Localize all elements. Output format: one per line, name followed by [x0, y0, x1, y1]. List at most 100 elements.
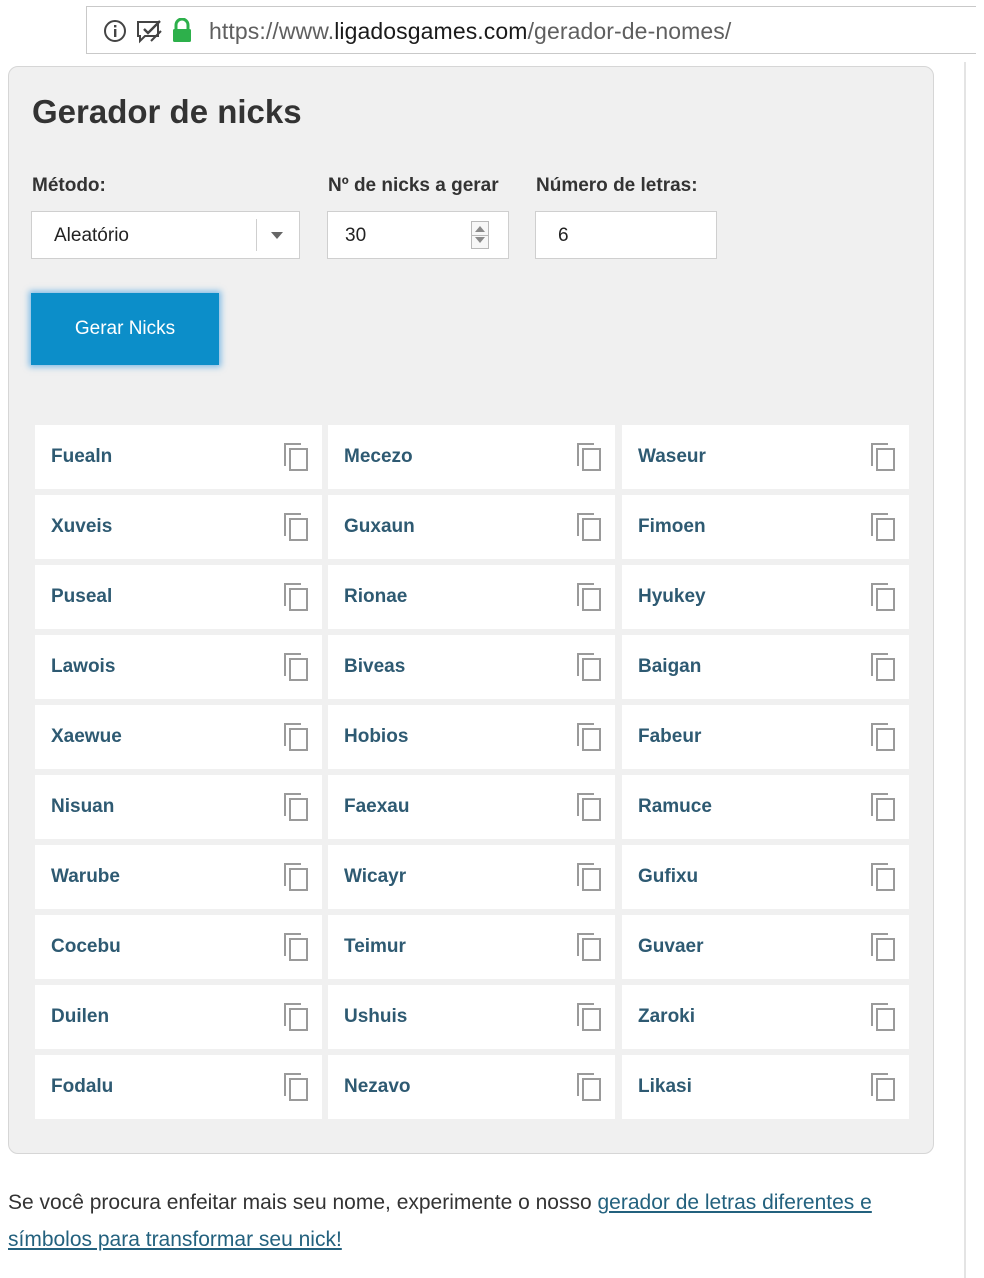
info-icon[interactable]: [103, 19, 127, 43]
letters-count-value: 6: [558, 225, 569, 246]
copy-icon[interactable]: [576, 862, 602, 892]
copy-icon[interactable]: [870, 582, 896, 612]
nick-count-input[interactable]: 30: [327, 211, 509, 259]
nick-card: Zaroki: [622, 985, 909, 1049]
nick-card: Mecezo: [328, 425, 615, 489]
footer-paragraph: Se você procura enfeitar mais seu nome, …: [8, 1184, 943, 1258]
nick-card: Guxaun: [328, 495, 615, 559]
copy-icon[interactable]: [870, 512, 896, 542]
nick-card: Puseal: [35, 565, 322, 629]
nick-text: Lawois: [51, 656, 116, 677]
nick-generator-panel: Gerador de nicks Método: Nº de nicks a g…: [8, 66, 934, 1154]
copy-icon[interactable]: [576, 932, 602, 962]
footer-text: Se você procura enfeitar mais seu nome, …: [8, 1191, 598, 1214]
chevron-down-icon[interactable]: [271, 232, 283, 239]
copy-icon[interactable]: [283, 722, 309, 752]
copy-icon[interactable]: [576, 792, 602, 822]
nick-text: Wicayr: [344, 866, 407, 887]
nick-card: Rionae: [328, 565, 615, 629]
nick-text: Baigan: [638, 656, 702, 677]
nick-card: Waseur: [622, 425, 909, 489]
method-select-value: Aleatório: [54, 225, 129, 246]
copy-icon[interactable]: [576, 512, 602, 542]
nick-count-value: 30: [345, 225, 367, 246]
nick-card: Nezavo: [328, 1055, 615, 1119]
copy-icon[interactable]: [283, 582, 309, 612]
nick-card: Xaewue: [35, 705, 322, 769]
copy-icon[interactable]: [576, 1002, 602, 1032]
copy-icon[interactable]: [283, 512, 309, 542]
copy-icon[interactable]: [576, 652, 602, 682]
nick-card: Fodalu: [35, 1055, 322, 1119]
nick-text: Hobios: [344, 726, 409, 747]
nick-card: Xuveis: [35, 495, 322, 559]
nick-card: Teimur: [328, 915, 615, 979]
copy-icon[interactable]: [870, 652, 896, 682]
nick-text: Gufixu: [638, 866, 699, 887]
stepper-down-icon[interactable]: [475, 237, 485, 243]
copy-icon[interactable]: [576, 582, 602, 612]
copy-icon[interactable]: [870, 862, 896, 892]
nick-card: Fimoen: [622, 495, 909, 559]
copy-icon[interactable]: [870, 932, 896, 962]
nick-card: Likasi: [622, 1055, 909, 1119]
number-stepper[interactable]: [471, 221, 489, 249]
nick-card: Ushuis: [328, 985, 615, 1049]
copy-icon[interactable]: [283, 1072, 309, 1102]
nick-card: Fabeur: [622, 705, 909, 769]
method-select[interactable]: Aleatório: [31, 211, 300, 259]
stepper-divider: [472, 235, 488, 236]
copy-icon[interactable]: [576, 722, 602, 752]
nick-text: Rionae: [344, 586, 408, 607]
stepper-up-icon[interactable]: [475, 226, 485, 232]
copy-icon[interactable]: [576, 442, 602, 472]
nick-card: Wicayr: [328, 845, 615, 909]
nick-text: Biveas: [344, 656, 406, 677]
nick-card: Biveas: [328, 635, 615, 699]
nick-card: Cocebu: [35, 915, 322, 979]
copy-icon[interactable]: [283, 792, 309, 822]
copy-icon[interactable]: [576, 1072, 602, 1102]
copy-icon[interactable]: [283, 652, 309, 682]
nick-card: Baigan: [622, 635, 909, 699]
permissions-icon[interactable]: [135, 19, 163, 45]
copy-icon[interactable]: [283, 1002, 309, 1032]
copy-icon[interactable]: [870, 792, 896, 822]
generate-nicks-button[interactable]: Gerar Nicks: [31, 293, 219, 365]
nick-card: Nisuan: [35, 775, 322, 839]
copy-icon[interactable]: [870, 1072, 896, 1102]
nick-text: Xuveis: [51, 516, 113, 537]
nick-text: Duilen: [51, 1006, 110, 1027]
nick-text: Nezavo: [344, 1076, 411, 1097]
nick-card: Hyukey: [622, 565, 909, 629]
page-title: Gerador de nicks: [32, 93, 302, 130]
copy-icon[interactable]: [870, 1002, 896, 1032]
nick-text: Fuealn: [51, 446, 113, 467]
nick-card: Faexau: [328, 775, 615, 839]
nick-grid: Fuealn Mecezo Waseur Xuveis Guxaun Fimoen Puse…: [35, 425, 909, 1119]
copy-icon[interactable]: [283, 932, 309, 962]
nick-text: Teimur: [344, 936, 406, 957]
letters-label: Número de letras:: [536, 175, 698, 196]
nick-text: Cocebu: [51, 936, 121, 957]
address-bar[interactable]: https://www.ligadosgames.com/gerador-de-…: [86, 6, 976, 54]
method-label: Método:: [32, 175, 106, 196]
nick-text: Guvaer: [638, 936, 704, 957]
copy-icon[interactable]: [870, 442, 896, 472]
nick-text: Fimoen: [638, 516, 706, 537]
nick-card: Hobios: [328, 705, 615, 769]
nick-card: Warube: [35, 845, 322, 909]
url-domain: ligadosgames.com: [334, 18, 528, 44]
count-label: Nº de nicks a gerar: [328, 175, 499, 196]
nick-text: Guxaun: [344, 516, 415, 537]
nick-text: Fodalu: [51, 1076, 114, 1097]
copy-icon[interactable]: [870, 722, 896, 752]
copy-icon[interactable]: [283, 862, 309, 892]
nick-text: Ushuis: [344, 1006, 408, 1027]
url-text[interactable]: https://www.ligadosgames.com/gerador-de-…: [209, 18, 731, 45]
nick-card: Fuealn: [35, 425, 322, 489]
letters-count-input[interactable]: 6: [535, 211, 717, 259]
url-prefix: https://www.: [209, 18, 335, 44]
copy-icon[interactable]: [283, 442, 309, 472]
nick-text: Zaroki: [638, 1006, 696, 1027]
